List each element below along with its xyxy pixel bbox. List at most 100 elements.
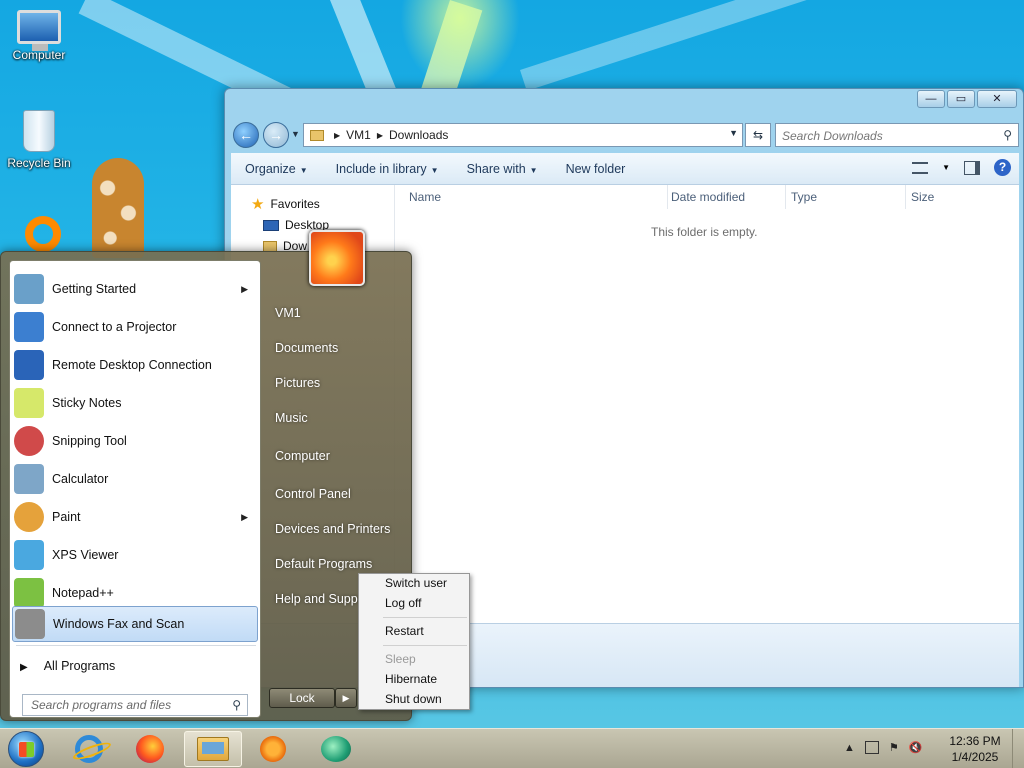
show-hidden-icons-button[interactable]: ▲ xyxy=(844,742,855,754)
chevron-down-icon[interactable]: ▼ xyxy=(729,128,738,138)
column-header-date[interactable]: Date modified xyxy=(671,185,745,209)
chevron-right-icon: ▶ xyxy=(241,283,248,294)
notification-area: ▲ ⚑ 🔇 xyxy=(844,741,922,754)
place-music[interactable]: Music xyxy=(275,411,308,425)
show-desktop-button[interactable] xyxy=(1012,729,1024,768)
program-remote-desktop[interactable]: Remote Desktop Connection xyxy=(12,347,258,383)
wallpaper-ring xyxy=(25,216,61,252)
new-folder-button[interactable]: New folder xyxy=(552,162,640,176)
sleep-item: Sleep xyxy=(385,652,416,666)
menu-divider xyxy=(383,617,467,618)
firefox-icon xyxy=(136,735,164,763)
include-in-library-label: Include in library xyxy=(335,161,427,176)
search-input[interactable]: Search Downloads ⚲ xyxy=(775,123,1019,147)
navigation-bar: ← → ▼ ▶ VM1 ▶ Downloads ▼ ⇆ Search Downl… xyxy=(233,121,1019,149)
network-icon[interactable] xyxy=(864,741,879,754)
chevron-down-icon: ▼ xyxy=(299,165,308,175)
place-pictures[interactable]: Pictures xyxy=(275,376,320,390)
restart-item[interactable]: Restart xyxy=(385,624,424,638)
maximize-button[interactable]: ▭ xyxy=(947,90,975,108)
change-view-icon[interactable] xyxy=(912,161,929,174)
all-programs-button[interactable]: ▶ All Programs xyxy=(20,659,115,673)
notepad-plus-icon xyxy=(14,578,44,608)
power-options-button[interactable]: ▶ xyxy=(335,688,357,708)
address-bar[interactable]: ▶ VM1 ▶ Downloads ▼ xyxy=(303,123,743,147)
program-label: Notepad++ xyxy=(52,586,114,600)
help-icon[interactable]: ? xyxy=(994,159,1011,176)
system-clock[interactable]: 12:36 PM 1/4/2025 xyxy=(942,733,1008,765)
refresh-button[interactable]: ⇆ xyxy=(745,123,771,147)
taskbar-remote-app[interactable] xyxy=(307,731,365,767)
minimize-button[interactable]: — xyxy=(917,90,945,108)
wallpaper-glow xyxy=(400,0,520,90)
command-bar: Organize ▼ Include in library ▼ Share with… xyxy=(231,153,1019,185)
taskbar: ▲ ⚑ 🔇 12:36 PM 1/4/2025 xyxy=(0,728,1024,768)
chevron-right-icon: ▶ xyxy=(20,662,28,673)
share-with-menu[interactable]: Share with ▼ xyxy=(453,162,552,176)
close-button[interactable]: ✕ xyxy=(977,90,1017,108)
power-menu: Switch user Log off Restart Sleep Hibern… xyxy=(358,573,470,710)
shut-down-item[interactable]: Shut down xyxy=(385,692,442,706)
media-player-icon xyxy=(260,736,286,762)
place-control-panel[interactable]: Control Panel xyxy=(275,487,351,501)
scissors-icon xyxy=(14,426,44,456)
program-calculator[interactable]: Calculator xyxy=(12,461,258,497)
recycle-bin-icon xyxy=(23,110,55,152)
desktop-icon-recycle-bin[interactable]: Recycle Bin xyxy=(2,110,76,170)
program-label: Paint xyxy=(52,510,81,524)
share-with-label: Share with xyxy=(466,161,526,176)
action-center-flag-icon[interactable]: ⚑ xyxy=(889,741,899,754)
switch-user-item[interactable]: Switch user xyxy=(385,576,447,590)
search-icon: ⚲ xyxy=(1003,128,1012,142)
back-button[interactable]: ← xyxy=(233,122,259,148)
all-programs-label: All Programs xyxy=(43,659,116,673)
forward-button[interactable]: → xyxy=(263,122,289,148)
log-off-item[interactable]: Log off xyxy=(385,596,421,610)
column-header-name[interactable]: Name xyxy=(409,185,441,209)
place-devices-printers[interactable]: Devices and Printers xyxy=(275,522,390,536)
nav-favorites[interactable]: ★ Favorites xyxy=(251,195,320,213)
start-search-input[interactable]: Search programs and files ⚲ xyxy=(22,694,248,716)
program-label: XPS Viewer xyxy=(52,548,119,562)
column-header-type[interactable]: Type xyxy=(791,185,817,209)
program-snipping-tool[interactable]: Snipping Tool xyxy=(12,423,258,459)
program-getting-started[interactable]: Getting Started ▶ xyxy=(12,271,258,307)
desktop-icon-computer[interactable]: Computer xyxy=(2,10,76,62)
user-avatar[interactable] xyxy=(309,230,365,286)
volume-muted-icon[interactable]: 🔇 xyxy=(909,741,923,754)
breadcrumb-vm1[interactable]: VM1 xyxy=(346,128,371,142)
recent-pages-dropdown[interactable]: ▼ xyxy=(291,129,300,139)
taskbar-firefox[interactable] xyxy=(121,731,179,767)
chevron-down-icon[interactable]: ▼ xyxy=(942,163,950,172)
folder-icon xyxy=(197,737,229,761)
divider xyxy=(16,645,256,646)
desktop: Computer Recycle Bin — ▭ ✕ ← → ▼ ▶ VM1 ▶… xyxy=(0,0,1024,728)
taskbar-media-player[interactable] xyxy=(244,731,302,767)
program-sticky-notes[interactable]: Sticky Notes xyxy=(12,385,258,421)
desktop-icon-label: Recycle Bin xyxy=(7,156,71,170)
hibernate-item[interactable]: Hibernate xyxy=(385,672,437,686)
taskbar-windows-explorer[interactable] xyxy=(184,731,242,767)
program-label: Remote Desktop Connection xyxy=(52,358,212,372)
computer-icon xyxy=(17,10,61,51)
chevron-down-icon: ▼ xyxy=(430,165,439,175)
breadcrumb-downloads[interactable]: Downloads xyxy=(389,128,448,142)
start-menu: Getting Started ▶ Connect to a Projector… xyxy=(0,230,412,721)
place-vm1[interactable]: VM1 xyxy=(275,306,301,320)
include-in-library-menu[interactable]: Include in library ▼ xyxy=(322,162,453,176)
program-connect-projector[interactable]: Connect to a Projector xyxy=(12,309,258,345)
place-documents[interactable]: Documents xyxy=(275,341,338,355)
place-default-programs[interactable]: Default Programs xyxy=(275,557,372,571)
taskbar-internet-explorer[interactable] xyxy=(60,731,118,767)
place-computer[interactable]: Computer xyxy=(275,449,330,463)
preview-pane-icon[interactable] xyxy=(964,160,980,175)
remote-desktop-icon xyxy=(14,350,44,380)
start-button[interactable] xyxy=(8,731,44,767)
nav-favorites-label: Favorites xyxy=(270,197,320,211)
lock-button[interactable]: Lock xyxy=(269,688,335,708)
program-paint[interactable]: Paint ▶ xyxy=(12,499,258,535)
program-xps-viewer[interactable]: XPS Viewer xyxy=(12,537,258,573)
organize-menu[interactable]: Organize ▼ xyxy=(231,162,322,176)
program-fax-and-scan[interactable]: Windows Fax and Scan xyxy=(12,606,258,642)
column-header-size[interactable]: Size xyxy=(911,185,934,209)
